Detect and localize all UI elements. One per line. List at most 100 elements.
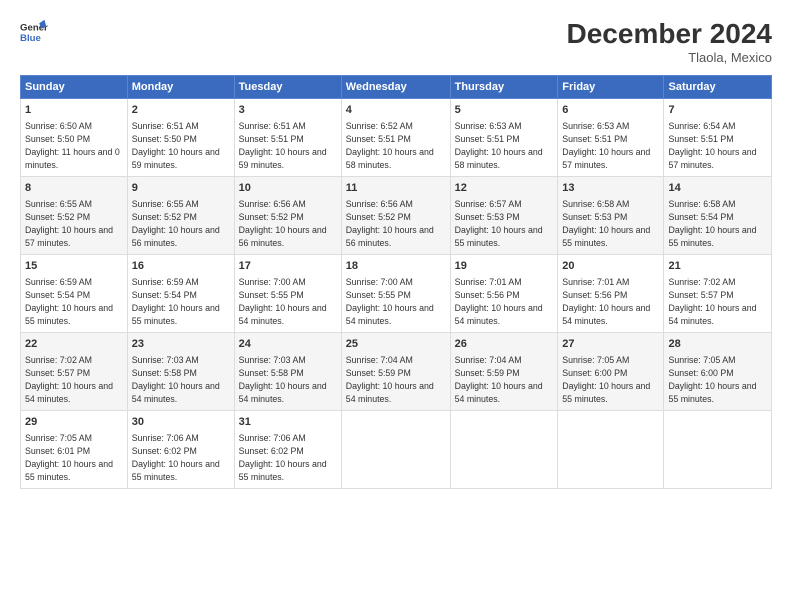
table-row: 23 Sunrise: 7:03 AMSunset: 5:58 PMDayligh…: [127, 333, 234, 411]
day-info: Sunrise: 6:59 AMSunset: 5:54 PMDaylight:…: [25, 277, 113, 325]
day-number: 22: [25, 337, 123, 352]
table-row: 30 Sunrise: 7:06 AMSunset: 6:02 PMDayligh…: [127, 411, 234, 489]
table-row: 29 Sunrise: 7:05 AMSunset: 6:01 PMDayligh…: [21, 411, 128, 489]
table-row: [450, 411, 558, 489]
day-number: 23: [132, 337, 230, 352]
day-info: Sunrise: 7:00 AMSunset: 5:55 PMDaylight:…: [346, 277, 434, 325]
day-info: Sunrise: 7:02 AMSunset: 5:57 PMDaylight:…: [25, 355, 113, 403]
table-row: 31 Sunrise: 7:06 AMSunset: 6:02 PMDayligh…: [234, 411, 341, 489]
calendar-week-row: 29 Sunrise: 7:05 AMSunset: 6:01 PMDayligh…: [21, 411, 772, 489]
table-row: 22 Sunrise: 7:02 AMSunset: 5:57 PMDayligh…: [21, 333, 128, 411]
day-info: Sunrise: 6:51 AMSunset: 5:51 PMDaylight:…: [239, 121, 327, 169]
day-number: 28: [668, 337, 767, 352]
day-info: Sunrise: 7:05 AMSunset: 6:00 PMDaylight:…: [668, 355, 756, 403]
table-row: 6Sunrise: 6:53 AMSunset: 5:51 PMDaylight…: [558, 99, 664, 177]
day-info: Sunrise: 7:00 AMSunset: 5:55 PMDaylight:…: [239, 277, 327, 325]
day-info: Sunrise: 6:54 AMSunset: 5:51 PMDaylight:…: [668, 121, 756, 169]
day-number: 6: [562, 103, 659, 118]
day-number: 4: [346, 103, 446, 118]
day-number: 25: [346, 337, 446, 352]
day-info: Sunrise: 6:56 AMSunset: 5:52 PMDaylight:…: [346, 199, 434, 247]
day-number: 8: [25, 181, 123, 196]
table-row: 25 Sunrise: 7:04 AMSunset: 5:59 PMDayligh…: [341, 333, 450, 411]
day-info: Sunrise: 7:05 AMSunset: 6:00 PMDaylight:…: [562, 355, 650, 403]
table-row: 2 Sunrise: 6:51 AMSunset: 5:50 PMDaylight…: [127, 99, 234, 177]
day-info: Sunrise: 6:59 AMSunset: 5:54 PMDaylight:…: [132, 277, 220, 325]
table-row: 21 Sunrise: 7:02 AMSunset: 5:57 PMDayligh…: [664, 255, 772, 333]
day-info: Sunrise: 7:06 AMSunset: 6:02 PMDaylight:…: [132, 433, 220, 481]
location: Tlaola, Mexico: [567, 50, 772, 65]
header-sunday: Sunday: [21, 76, 128, 99]
day-info: Sunrise: 7:03 AMSunset: 5:58 PMDaylight:…: [132, 355, 220, 403]
calendar-week-row: 1 Sunrise: 6:50 AMSunset: 5:50 PMDaylight…: [21, 99, 772, 177]
header-thursday: Thursday: [450, 76, 558, 99]
day-number: 18: [346, 259, 446, 274]
table-row: 12 Sunrise: 6:57 AMSunset: 5:53 PMDayligh…: [450, 177, 558, 255]
day-number: 12: [455, 181, 554, 196]
day-number: 1: [25, 103, 123, 118]
month-title: December 2024: [567, 18, 772, 50]
day-info: Sunrise: 7:01 AMSunset: 5:56 PMDaylight:…: [455, 277, 543, 325]
table-row: 26 Sunrise: 7:04 AMSunset: 5:59 PMDayligh…: [450, 333, 558, 411]
day-number: 2: [132, 103, 230, 118]
day-number: 20: [562, 259, 659, 274]
day-number: 10: [239, 181, 337, 196]
table-row: [558, 411, 664, 489]
table-row: 9Sunrise: 6:55 AMSunset: 5:52 PMDaylight…: [127, 177, 234, 255]
header-tuesday: Tuesday: [234, 76, 341, 99]
day-number: 30: [132, 415, 230, 430]
day-number: 15: [25, 259, 123, 274]
calendar-week-row: 22 Sunrise: 7:02 AMSunset: 5:57 PMDayligh…: [21, 333, 772, 411]
header-saturday: Saturday: [664, 76, 772, 99]
svg-text:Blue: Blue: [20, 33, 41, 44]
table-row: 7 Sunrise: 6:54 AMSunset: 5:51 PMDaylight…: [664, 99, 772, 177]
table-row: 1 Sunrise: 6:50 AMSunset: 5:50 PMDaylight…: [21, 99, 128, 177]
table-row: 14Sunrise: 6:58 AMSunset: 5:54 PMDayligh…: [664, 177, 772, 255]
table-row: 8 Sunrise: 6:55 AMSunset: 5:52 PMDaylight…: [21, 177, 128, 255]
day-number: 31: [239, 415, 337, 430]
table-row: 13Sunrise: 6:58 AMSunset: 5:53 PMDayligh…: [558, 177, 664, 255]
table-row: 28 Sunrise: 7:05 AMSunset: 6:00 PMDayligh…: [664, 333, 772, 411]
table-row: 15 Sunrise: 6:59 AMSunset: 5:54 PMDayligh…: [21, 255, 128, 333]
day-info: Sunrise: 6:56 AMSunset: 5:52 PMDaylight:…: [239, 199, 327, 247]
table-row: 11Sunrise: 6:56 AMSunset: 5:52 PMDayligh…: [341, 177, 450, 255]
day-number: 29: [25, 415, 123, 430]
page: General Blue December 2024 Tlaola, Mexic…: [0, 0, 792, 612]
day-number: 26: [455, 337, 554, 352]
table-row: [341, 411, 450, 489]
table-row: 5Sunrise: 6:53 AMSunset: 5:51 PMDaylight…: [450, 99, 558, 177]
day-info: Sunrise: 6:57 AMSunset: 5:53 PMDaylight:…: [455, 199, 543, 247]
day-number: 21: [668, 259, 767, 274]
day-info: Sunrise: 7:03 AMSunset: 5:58 PMDaylight:…: [239, 355, 327, 403]
logo: General Blue: [20, 18, 48, 46]
day-info: Sunrise: 6:50 AMSunset: 5:50 PMDaylight:…: [25, 121, 120, 169]
table-row: 27Sunrise: 7:05 AMSunset: 6:00 PMDayligh…: [558, 333, 664, 411]
header-friday: Friday: [558, 76, 664, 99]
table-row: [664, 411, 772, 489]
day-info: Sunrise: 7:05 AMSunset: 6:01 PMDaylight:…: [25, 433, 113, 481]
day-number: 3: [239, 103, 337, 118]
table-row: 18 Sunrise: 7:00 AMSunset: 5:55 PMDayligh…: [341, 255, 450, 333]
table-row: 3 Sunrise: 6:51 AMSunset: 5:51 PMDaylight…: [234, 99, 341, 177]
table-row: 10 Sunrise: 6:56 AMSunset: 5:52 PMDayligh…: [234, 177, 341, 255]
header: General Blue December 2024 Tlaola, Mexic…: [20, 18, 772, 65]
day-number: 7: [668, 103, 767, 118]
day-number: 24: [239, 337, 337, 352]
table-row: 4 Sunrise: 6:52 AMSunset: 5:51 PMDaylight…: [341, 99, 450, 177]
table-row: 19Sunrise: 7:01 AMSunset: 5:56 PMDayligh…: [450, 255, 558, 333]
calendar-week-row: 8 Sunrise: 6:55 AMSunset: 5:52 PMDaylight…: [21, 177, 772, 255]
day-info: Sunrise: 6:55 AMSunset: 5:52 PMDaylight:…: [25, 199, 113, 247]
day-info: Sunrise: 6:53 AMSunset: 5:51 PMDaylight:…: [455, 121, 543, 169]
day-info: Sunrise: 7:02 AMSunset: 5:57 PMDaylight:…: [668, 277, 756, 325]
table-row: 24 Sunrise: 7:03 AMSunset: 5:58 PMDayligh…: [234, 333, 341, 411]
day-info: Sunrise: 7:04 AMSunset: 5:59 PMDaylight:…: [346, 355, 434, 403]
day-info: Sunrise: 6:51 AMSunset: 5:50 PMDaylight:…: [132, 121, 220, 169]
day-info: Sunrise: 7:04 AMSunset: 5:59 PMDaylight:…: [455, 355, 543, 403]
day-number: 9: [132, 181, 230, 196]
day-info: Sunrise: 7:06 AMSunset: 6:02 PMDaylight:…: [239, 433, 327, 481]
title-block: December 2024 Tlaola, Mexico: [567, 18, 772, 65]
table-row: 16Sunrise: 6:59 AMSunset: 5:54 PMDayligh…: [127, 255, 234, 333]
day-info: Sunrise: 7:01 AMSunset: 5:56 PMDaylight:…: [562, 277, 650, 325]
logo-icon: General Blue: [20, 18, 48, 46]
day-info: Sunrise: 6:52 AMSunset: 5:51 PMDaylight:…: [346, 121, 434, 169]
